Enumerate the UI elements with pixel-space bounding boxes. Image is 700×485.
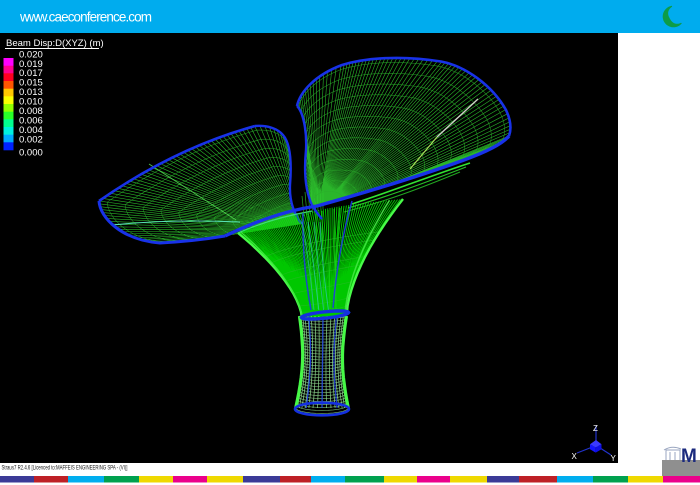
svg-text:X: X [572, 452, 578, 461]
svg-text:www.caeconference.com: www.caeconference.com [19, 10, 152, 25]
svg-text:0.000: 0.000 [19, 148, 43, 159]
svg-text:Z: Z [593, 424, 598, 433]
svg-text:Y: Y [611, 454, 617, 463]
svg-text:Straus7 R2.4.6 [Licenced to:MA: Straus7 R2.4.6 [Licenced to:MAFFEIS ENGI… [2, 465, 128, 472]
svg-text:0.002: 0.002 [19, 134, 43, 145]
svg-text:M: M [681, 446, 697, 467]
svg-text:Beam Disp:D(XYZ) (m): Beam Disp:D(XYZ) (m) [6, 38, 104, 49]
